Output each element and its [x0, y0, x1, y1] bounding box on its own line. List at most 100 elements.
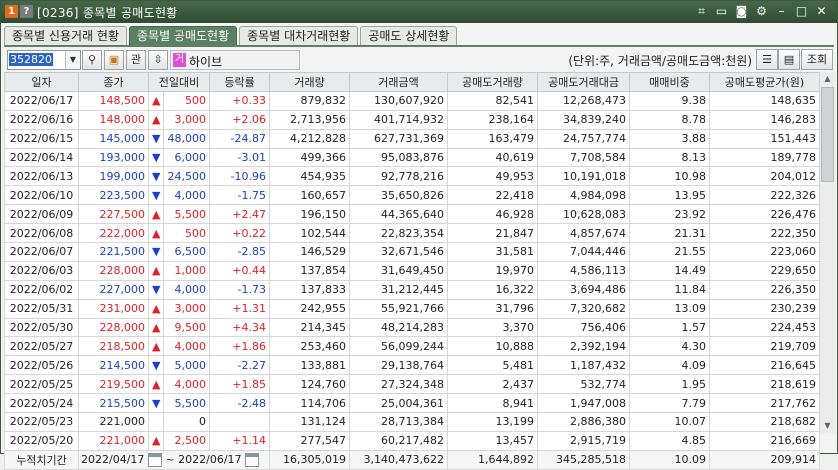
scrollbar-thumb[interactable]: [821, 87, 834, 182]
change-cell: 9,500: [162, 317, 211, 338]
col-header-short-avg[interactable]: 공매도평균가(원): [709, 72, 821, 92]
tab-credit-trading[interactable]: 종목별 신용거래 현황: [4, 26, 127, 45]
excel-icon[interactable]: ▤: [778, 49, 800, 70]
date-cell: 2022/05/25: [4, 374, 79, 395]
window-icon[interactable]: ▭: [714, 4, 729, 19]
relation-button[interactable]: 관: [126, 50, 146, 70]
table-row[interactable]: 2022/05/25 219,500 ▲ 4,000 +1.85 124,760 27,32…: [4, 374, 821, 395]
amount-cell: 56,099,244: [349, 336, 449, 357]
rate-cell: +1.14: [209, 430, 271, 451]
close-cell: 218,500: [78, 336, 149, 357]
trade-ratio-cell: 3.88: [629, 128, 711, 149]
list-icon[interactable]: ☰: [756, 49, 778, 70]
short-volume-cell: 46,928: [447, 204, 539, 225]
table-row[interactable]: 2022/05/24 215,500 ▼ 5,500 -2.48 114,706 25,00…: [4, 393, 821, 414]
tab-short-detail[interactable]: 공매도 상세현황: [360, 26, 458, 45]
trade-ratio-cell: 21.55: [629, 242, 711, 262]
help-badge[interactable]: ?: [20, 5, 33, 18]
short-amount-cell: 34,839,240: [537, 109, 631, 130]
table-row[interactable]: 2022/06/03 228,000 ▲ 1,000 +0.44 137,854 31,64…: [4, 260, 821, 281]
period-to[interactable]: 2022/06/17: [178, 453, 241, 466]
col-header-change[interactable]: 전일대비: [147, 72, 211, 92]
rate-cell: -1.75: [209, 185, 271, 206]
change-cell: 6,000: [162, 147, 211, 168]
camera-icon[interactable]: ◙: [734, 4, 749, 19]
folder-icon[interactable]: ▣: [104, 50, 124, 70]
table-row[interactable]: 2022/05/30 228,000 ▲ 9,500 +4.34 214,345 48,21…: [4, 317, 821, 338]
table-row[interactable]: 2022/06/02 227,000 ▼ 4,000 -1.73 137,833 31,21…: [4, 279, 821, 300]
chevron-down-icon[interactable]: ▼: [65, 51, 80, 69]
trade-ratio-cell: 23.92: [629, 204, 711, 225]
table-row[interactable]: 2022/06/15 145,000 ▼ 48,000 -24.87 4,212,828 6…: [4, 128, 821, 149]
col-header-volume[interactable]: 거래량: [269, 72, 351, 92]
table-row[interactable]: 2022/05/20 221,000 ▲ 2,500 +1.14 277,547 60,21…: [4, 430, 821, 451]
col-header-amount[interactable]: 거래금액: [349, 72, 449, 92]
table-row[interactable]: 2022/05/27 218,500 ▲ 4,000 +1.86 253,460 56,09…: [4, 336, 821, 357]
search-icon[interactable]: ⚲: [82, 50, 102, 70]
table-row[interactable]: 2022/06/07 221,500 ▼ 6,500 -2.85 146,529 32,67…: [4, 242, 821, 262]
window: 1 ? [0236] 종목별 공매도현황 ⌗ ▭ ◙ ⚙ – □ ✕ 종목별 신…: [0, 0, 838, 470]
toggle-icon[interactable]: ⇳: [148, 50, 168, 70]
scroll-up-icon[interactable]: ▲: [820, 72, 835, 86]
amount-cell: 31,212,445: [349, 279, 449, 300]
short-amount-cell: 1,187,432: [537, 355, 631, 376]
col-header-close[interactable]: 종가: [78, 72, 149, 92]
col-header-short-volume[interactable]: 공매도거래량: [447, 72, 539, 92]
date-cell: 2022/06/10: [4, 185, 79, 206]
table-row[interactable]: 2022/06/17 148,500 ▲ 500 +0.33 879,832 130,607…: [4, 90, 821, 111]
table-row[interactable]: 2022/06/13 199,000 ▼ 24,500 -10.96 454,935 92,…: [4, 166, 821, 187]
rate-cell: +0.44: [209, 260, 271, 281]
change-arrow-icon: ▲: [148, 260, 164, 281]
table-row[interactable]: 2022/05/31 231,000 ▲ 3,000 +1.31 242,955 55,92…: [4, 298, 821, 319]
short-avg-cell: 226,476: [709, 204, 821, 225]
short-avg-cell: 218,619: [709, 374, 821, 395]
scroll-down-icon[interactable]: ▼: [820, 419, 835, 433]
short-amount-cell: 2,392,194: [537, 336, 631, 357]
gear-icon[interactable]: ⚙: [754, 4, 769, 19]
amount-cell: 92,778,216: [349, 166, 449, 187]
volume-cell: 4,212,828: [269, 128, 351, 149]
short-volume-cell: 13,457: [447, 430, 539, 451]
col-header-short-amount[interactable]: 공매도거래대금: [537, 72, 631, 92]
vertical-scrollbar[interactable]: ▲ ▼: [819, 72, 835, 433]
calendar-icon[interactable]: [245, 452, 260, 467]
maximize-icon[interactable]: □: [794, 4, 809, 19]
trade-ratio-cell: 4.30: [629, 336, 711, 357]
short-avg-cell: 229,650: [709, 260, 821, 281]
short-volume-cell: 8,941: [447, 393, 539, 414]
close-icon[interactable]: ✕: [814, 4, 829, 19]
tab-short-selling[interactable]: 종목별 공매도현황: [129, 26, 238, 45]
col-header-date[interactable]: 일자: [4, 72, 79, 92]
trade-ratio-cell: 21.31: [629, 223, 711, 244]
col-header-trade-ratio[interactable]: 매매비중: [629, 72, 711, 92]
calendar-icon[interactable]: [147, 452, 162, 467]
close-cell: 222,000: [78, 223, 149, 244]
toolbar: 352820 ▼ ⚲ ▣ 관 ⇳ 거 하이브 (단위:주, 거래금액/공매도금액…: [4, 49, 834, 71]
query-button[interactable]: 조회: [801, 49, 833, 70]
volume-cell: 214,345: [269, 317, 351, 338]
table-row[interactable]: 2022/06/08 222,000 ▲ 500 +0.22 102,544 22,823,…: [4, 223, 821, 244]
cumulative-ratio: 10.09: [629, 449, 711, 470]
tab-stock-lending[interactable]: 종목별 대차거래현황: [239, 26, 359, 45]
rate-cell: +4.34: [209, 317, 271, 338]
table-row[interactable]: 2022/05/26 214,500 ▼ 5,000 -2.27 133,881 29,13…: [4, 355, 821, 376]
trade-ratio-cell: 13.09: [629, 298, 711, 319]
close-cell: 219,500: [78, 374, 149, 395]
link-icon[interactable]: ⌗: [694, 4, 709, 19]
short-amount-cell: 3,694,486: [537, 279, 631, 300]
table-row[interactable]: 2022/06/14 193,000 ▼ 6,000 -3.01 499,366 95,08…: [4, 147, 821, 168]
table-row[interactable]: 2022/06/16 148,000 ▲ 3,000 +2.06 2,713,956 401…: [4, 109, 821, 130]
table-row[interactable]: 2022/05/23 221,000 0 131,124 28,713,384 13,19…: [4, 412, 821, 432]
col-header-rate[interactable]: 등락률: [209, 72, 271, 92]
close-cell: 231,000: [78, 298, 149, 319]
short-volume-cell: 10,888: [447, 336, 539, 357]
period-from[interactable]: 2022/04/17: [81, 453, 144, 466]
cumulative-short-avg: 209,914: [709, 449, 821, 470]
screen-number-badge[interactable]: 1: [5, 5, 18, 18]
minimize-icon[interactable]: –: [774, 4, 789, 19]
date-cell: 2022/05/20: [4, 430, 79, 451]
table-row[interactable]: 2022/06/10 223,500 ▼ 4,000 -1.75 160,657 35,65…: [4, 185, 821, 206]
table-row[interactable]: 2022/06/09 227,500 ▲ 5,500 +2.47 196,150 44,36…: [4, 204, 821, 225]
stock-code-input[interactable]: 352820 ▼: [7, 50, 81, 70]
volume-cell: 196,150: [269, 204, 351, 225]
